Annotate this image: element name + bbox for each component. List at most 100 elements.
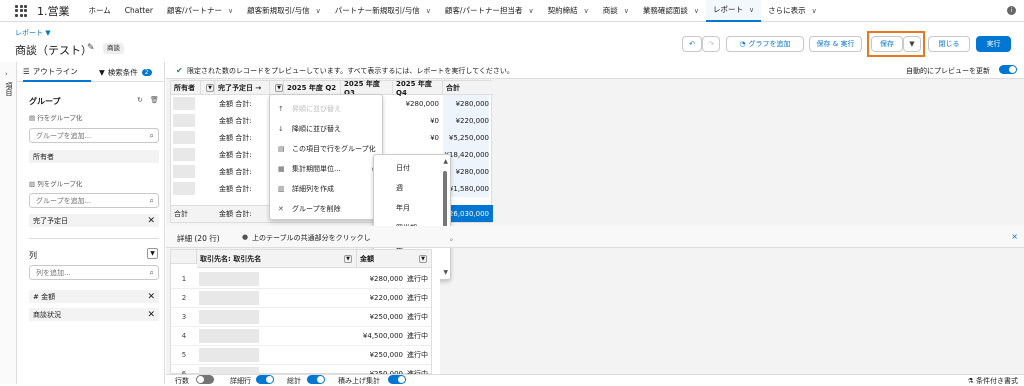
amount-cell[interactable]: ¥250,000 [357,308,403,325]
subtotal-toggle[interactable] [307,375,325,384]
amount-cell[interactable]: ¥220,000 [357,289,403,306]
menu-item-4[interactable]: ▥ 詳細列を作成 [270,179,384,199]
nav-item-10[interactable]: さらに表示 ∨ [761,0,824,22]
add-chart-button[interactable]: ◔ グラフを追加 [726,36,804,52]
nav-item-4[interactable]: パートナー新規取引/与信 ∨ [328,0,438,22]
columns-menu-chevron-icon[interactable]: ▼ [147,248,158,259]
header-total[interactable]: 合計 [443,81,493,95]
stacked-toggle[interactable] [388,375,406,384]
scroll-down-icon[interactable]: ▼ [443,269,448,276]
chevron-down-icon[interactable]: ∨ [584,7,589,15]
auto-preview-toggle[interactable] [999,65,1017,74]
undo-button[interactable]: ↶ [682,36,702,52]
row-count-toggle[interactable] [196,375,214,384]
status-cell[interactable]: 進行中 [407,289,428,306]
info-icon[interactable]: i [1007,6,1016,15]
header-account-name[interactable]: 取引先名: 取引先名 ▼ [197,250,357,268]
total-cell[interactable]: ¥220,000 [443,112,489,129]
amount-cell[interactable]: ¥280,000 [357,270,403,287]
status-cell[interactable]: 進行中 [407,327,428,344]
close-button[interactable]: 閉じる [928,36,970,52]
amount-cell[interactable]: ¥4,500,000 [357,327,403,344]
run-button[interactable]: 実行 [976,36,1011,52]
account-menu-chevron-icon[interactable]: ▼ [344,254,352,263]
edit-pencil-icon[interactable]: ✎ [87,43,95,53]
nav-item-0[interactable]: ホーム [82,0,118,22]
nav-item-9[interactable]: レポート ∨ [705,0,762,22]
delete-icon[interactable]: 🗑 [150,96,159,104]
nav-item-7[interactable]: 商談 ∨ [596,0,636,22]
owner-menu-chevron-icon[interactable]: ▼ [201,81,215,95]
chevron-down-icon[interactable]: ∨ [749,6,754,14]
close-icon[interactable]: × [1011,232,1018,241]
menu-item-1[interactable]: ↓ 降順に並び替え [270,119,384,139]
remove-icon[interactable]: ✕ [147,310,155,320]
nav-item-label: 顧客新規取引/与信 [247,6,310,15]
save-and-run-button[interactable]: 保存 & 実行 [809,36,862,52]
total-cell[interactable]: ¥280,000 [443,95,489,112]
nav-item-1[interactable]: Chatter [118,0,160,22]
row-group-chip[interactable]: 所有者 [29,150,159,163]
chevron-down-icon[interactable]: ∨ [528,7,533,15]
granularity-option-2[interactable]: 年月 [374,198,444,218]
close-date-menu-chevron-icon[interactable]: ▼ [270,81,284,95]
expand-chevron-icon[interactable]: › [5,70,8,78]
status-cell[interactable]: 進行中 [407,270,428,287]
header-close-date[interactable]: 完了予定日 → [215,81,270,95]
header-q4[interactable]: 2025 年度 Q4 [393,80,443,97]
nav-item-6[interactable]: 契約締結 ∨ [541,0,596,22]
col-group-input[interactable]: グループを追加... ⌕ [29,193,159,208]
header-q3[interactable]: 2025 年度 Q3 [341,80,393,97]
nav-item-label: Chatter [124,6,153,15]
detail-rows-toggle[interactable] [256,375,274,384]
columns-input[interactable]: 列を追加... ⌕ [29,265,159,280]
total-cell[interactable]: ¥5,250,000 [443,129,489,146]
chevron-down-icon[interactable]: ∨ [228,7,233,15]
column-chip-status[interactable]: 商談状況 ✕ [29,308,159,321]
menu-item-5[interactable]: ✕ グループを削除 [270,199,384,219]
nav-item-3[interactable]: 顧客新規取引/与信 ∨ [240,0,328,22]
q4-cell[interactable]: ¥0 [393,129,439,146]
chevron-down-icon[interactable]: ∨ [426,7,431,15]
filter-icon: ▼ [99,67,105,77]
col-group-chip[interactable]: 完了予定日 ✕ [29,214,159,227]
menu-item-2[interactable]: ▤ この項目で行をグループ化 [270,139,384,159]
menu-item-0[interactable]: ↑ 昇順に並び替え [270,99,384,119]
refresh-icon[interactable]: ↻ [137,96,143,104]
subtotal-label: 金額 合計: [219,184,252,193]
tab-outline[interactable]: ☰ アウトライン [23,62,91,82]
nav-item-2[interactable]: 顧客/パートナー ∨ [160,0,240,22]
granularity-option-0[interactable]: 日付 [374,158,444,178]
detail-bar: 詳細 (20 行) ● 上のテーブルの共通部分をクリックし 。 × [166,226,1024,248]
status-cell[interactable]: 進行中 [407,308,428,325]
scroll-up-icon[interactable]: ▲ [443,158,448,165]
detail-scrollbar[interactable] [431,249,440,374]
conditional-format-button[interactable]: ⚗ 条件付き書式 [967,376,1018,386]
chevron-down-icon[interactable]: ∨ [812,7,817,15]
subtotal-label: 金額 合計: [219,116,252,125]
status-cell[interactable]: 進行中 [407,346,428,363]
tab-filters[interactable]: ▼ 検索条件 2 [99,62,163,82]
chevron-down-icon[interactable]: ∨ [694,7,699,15]
remove-icon[interactable]: ✕ [147,216,155,226]
header-owner[interactable]: 所有者 [171,81,201,95]
fields-rail[interactable]: › 項目 [0,62,17,384]
row-group-input[interactable]: グループを追加... ⌕ [29,128,159,143]
chevron-down-icon[interactable]: ∨ [624,7,629,15]
menu-item-3[interactable]: ▦集計期間単位...▸ [270,159,384,179]
redo-button[interactable]: ↷ [702,36,720,52]
breadcrumb[interactable]: レポート ▼ [15,28,51,38]
header-amount[interactable]: 金額 ▼ [357,250,433,268]
amount-cell[interactable]: ¥250,000 [357,346,403,363]
chevron-down-icon[interactable]: ∨ [316,7,321,15]
header-q2[interactable]: 2025 年度 Q2 [284,81,341,95]
q4-cell[interactable]: ¥0 [393,112,439,129]
nav-item-8[interactable]: 業務確認面談 ∨ [636,0,706,22]
column-chip-amount[interactable]: # 金額 ✕ [29,290,159,303]
amount-menu-chevron-icon[interactable]: ▼ [419,254,427,263]
remove-icon[interactable]: ✕ [147,292,155,302]
q4-cell[interactable]: ¥280,000 [393,95,439,112]
granularity-option-1[interactable]: 週 [374,178,444,198]
nav-item-5[interactable]: 顧客/パートナー担当者 ∨ [438,0,541,22]
app-launcher-icon[interactable] [15,4,29,18]
